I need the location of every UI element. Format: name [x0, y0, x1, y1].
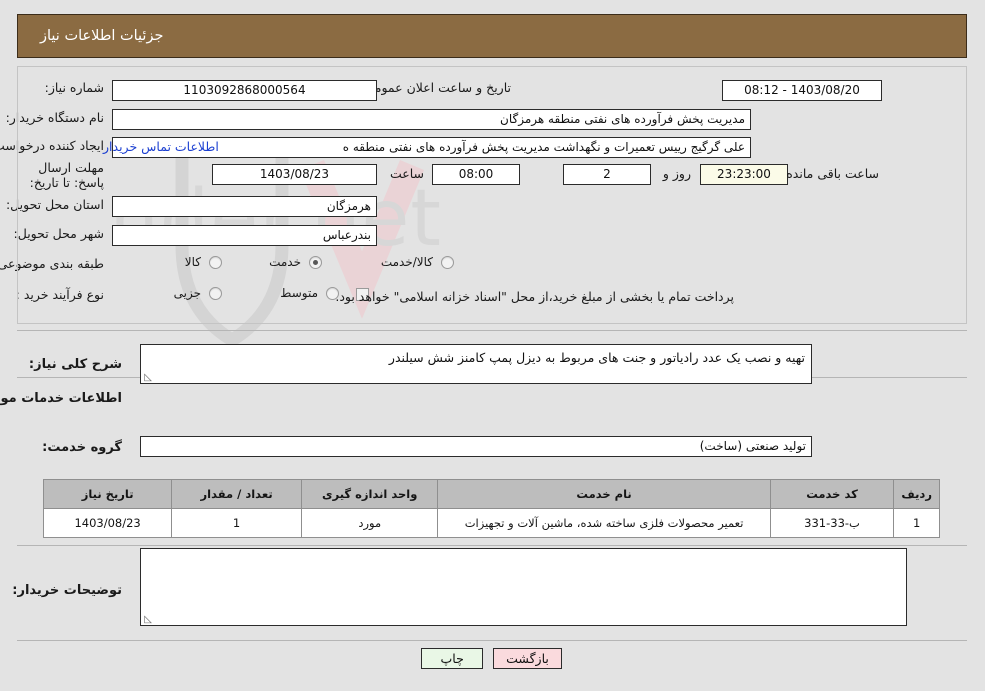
general-description-textarea[interactable]: تهیه و نصب یک عدد رادیاتور و جنت های مرب… [141, 344, 813, 384]
services-section-title: اطلاعات خدمات مورد نیاز [0, 391, 123, 406]
table-header-row: ردیف کد خدمت نام خدمت واحد اندازه گیری ت… [43, 479, 941, 509]
cell-radif: 1 [894, 508, 941, 538]
deadline-time-value[interactable]: 08:00 [433, 164, 521, 185]
page-title: جزئیات اطلاعات نیاز [41, 28, 165, 44]
category-option-kala-khedmat[interactable]: کالا/خدمت [382, 255, 455, 269]
radio-icon-khedmat[interactable] [310, 255, 323, 269]
remaining-time-value[interactable]: 23:23:00 [701, 164, 789, 185]
city-value[interactable]: بندرعباس [113, 225, 378, 246]
days-label: روز و [663, 166, 692, 181]
buyer-org-value[interactable]: مدیریت پخش فرآورده های نفتی منطقه هرمزگا… [113, 109, 752, 130]
category-option-kala[interactable]: کالا [186, 255, 223, 269]
cell-name: تعمیر محصولات فلزی ساخته شده، ماشین آلات… [438, 508, 772, 538]
cell-date: 1403/08/23 [43, 508, 174, 538]
announce-date-value[interactable]: 1403/08/20 - 08:12 [723, 80, 883, 101]
radio-icon-jozi[interactable] [210, 286, 223, 300]
province-value[interactable]: هرمزگان [113, 196, 378, 217]
process-option-jozi-label: جزیی [174, 286, 202, 300]
cell-qty: 1 [172, 508, 303, 538]
column-header-unit: واحد اندازه گیری [301, 479, 440, 509]
table-row: 1 ب-33-331 تعمیر محصولات فلزی ساخته شده،… [43, 508, 941, 538]
process-option-jozi[interactable]: جزیی [175, 286, 223, 300]
cell-unit: مورد [301, 508, 440, 538]
buyer-notes-label: توضیحات خریدار: [13, 583, 123, 598]
service-group-value[interactable]: تولید صنعتی (ساخت) [141, 436, 813, 457]
need-number-value[interactable]: 1103092868000564 [113, 80, 378, 101]
services-table: ردیف کد خدمت نام خدمت واحد اندازه گیری ت… [43, 479, 941, 538]
deadline-date-value[interactable]: 1403/08/23 [213, 164, 378, 185]
process-option-motavaset[interactable]: متوسط [281, 286, 340, 300]
column-header-name: نام خدمت [438, 479, 772, 509]
column-header-code: کد خدمت [770, 479, 896, 509]
resize-grip-icon-notes[interactable]: ◺ [144, 615, 153, 625]
remaining-days-value[interactable]: 2 [564, 164, 652, 185]
general-description-value: تهیه و نصب یک عدد رادیاتور و جنت های مرب… [389, 350, 806, 365]
print-button[interactable]: چاپ [422, 648, 485, 669]
action-button-bar: بازگشت چاپ [0, 648, 985, 669]
general-description-label: شرح کلی نیاز: [29, 357, 123, 372]
category-option-kala-label: کالا [185, 255, 202, 269]
treasury-bond-note: پرداخت تمام یا بخشی از مبلغ خرید،از محل … [336, 289, 735, 304]
resize-grip-icon[interactable]: ◺ [144, 373, 153, 383]
remaining-label: ساعت باقی مانده [787, 166, 880, 181]
service-group-label: گروه خدمت: [43, 440, 123, 455]
page-header: جزئیات اطلاعات نیاز [18, 14, 968, 58]
category-option-khedmat-label: خدمت [270, 255, 302, 269]
buyer-contact-link[interactable]: اطلاعات تماس خریدار [104, 139, 220, 154]
column-header-qty: تعداد / مقدار [172, 479, 303, 509]
column-header-date: تاریخ نیاز [43, 479, 174, 509]
back-button[interactable]: بازگشت [494, 648, 563, 669]
column-header-radif: ردیف [894, 479, 941, 509]
category-option-kala-khedmat-label: کالا/خدمت [381, 255, 434, 269]
radio-icon-kala[interactable] [210, 255, 223, 269]
category-option-khedmat[interactable]: خدمت [270, 255, 323, 269]
page-root: AriaTender.net جزئیات اطلاعات نیاز شماره… [0, 0, 985, 691]
buyer-notes-textarea[interactable]: ◺ [141, 548, 908, 626]
cell-code: ب-33-331 [770, 508, 896, 538]
process-option-motavaset-label: متوسط [281, 286, 319, 300]
hour-label: ساعت [390, 166, 425, 181]
radio-icon-kala-khedmat[interactable] [442, 255, 455, 269]
need-info-panel [18, 66, 968, 324]
